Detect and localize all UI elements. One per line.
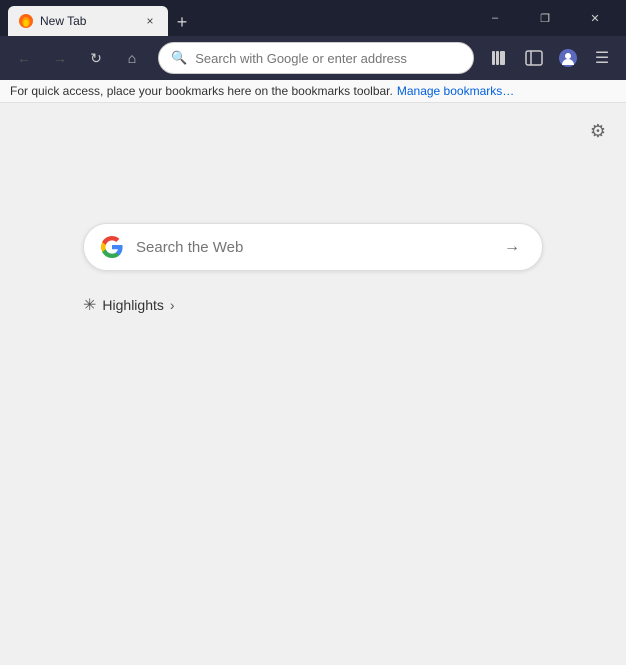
close-button[interactable]: ✕	[572, 0, 618, 36]
manage-bookmarks-link[interactable]: Manage bookmarks…	[397, 84, 514, 98]
highlights-chevron-icon: ›	[170, 297, 175, 313]
tab-close-button[interactable]: ×	[142, 13, 158, 29]
minimize-button[interactable]: –	[472, 0, 518, 36]
tab-title: New Tab	[40, 14, 136, 28]
search-icon: 🔍	[171, 50, 187, 66]
new-tab-button[interactable]: +	[168, 8, 196, 36]
search-submit-button[interactable]: →	[498, 233, 526, 261]
address-bar-wrap: 🔍	[158, 42, 474, 74]
google-logo-icon	[100, 235, 124, 259]
sidebar-button[interactable]	[518, 42, 550, 74]
maximize-button[interactable]: ❐	[522, 0, 568, 36]
page-content: ⚙ → ✳ Highlights ›	[0, 103, 626, 660]
tab-group: New Tab × +	[8, 0, 468, 36]
forward-button[interactable]: →	[44, 42, 76, 74]
nav-icons: ☰	[484, 42, 618, 74]
bookmarks-message: For quick access, place your bookmarks h…	[10, 84, 393, 98]
nav-bar: ← → ↻ ⌂ 🔍	[0, 36, 626, 80]
google-search-box[interactable]: →	[83, 223, 543, 271]
window-controls: – ❐ ✕	[472, 0, 618, 36]
address-input[interactable]	[195, 51, 461, 66]
google-search-area: →	[83, 223, 543, 271]
home-button[interactable]: ⌂	[116, 42, 148, 74]
title-bar: New Tab × + – ❐ ✕	[0, 0, 626, 36]
bookmarks-bar: For quick access, place your bookmarks h…	[0, 80, 626, 103]
highlights-icon: ✳	[83, 295, 96, 315]
reload-button[interactable]: ↻	[80, 42, 112, 74]
library-button[interactable]	[484, 42, 516, 74]
account-button[interactable]	[552, 42, 584, 74]
tab-favicon	[18, 13, 34, 29]
back-button[interactable]: ←	[8, 42, 40, 74]
address-bar[interactable]: 🔍	[158, 42, 474, 74]
highlights-label: Highlights	[102, 297, 163, 313]
active-tab[interactable]: New Tab ×	[8, 6, 168, 36]
google-search-input[interactable]	[136, 239, 486, 256]
menu-button[interactable]: ☰	[586, 42, 618, 74]
customize-button[interactable]: ⚙	[582, 115, 614, 147]
highlights-section[interactable]: ✳ Highlights ›	[83, 295, 543, 315]
